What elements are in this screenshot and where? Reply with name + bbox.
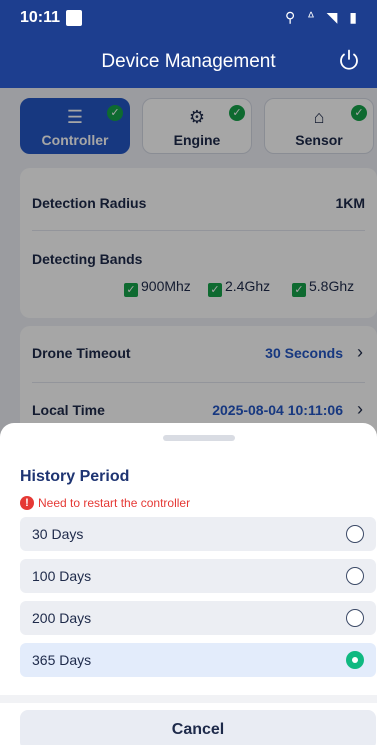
status-bar: 10:11 ⚲ ᐞ ◥ ▮: [0, 0, 377, 36]
radio-icon[interactable]: [346, 609, 364, 627]
cancel-button[interactable]: Cancel: [20, 710, 376, 745]
option-365-days[interactable]: 365 Days: [20, 643, 376, 677]
status-time: 10:11: [20, 9, 61, 26]
alert-icon: !: [20, 496, 34, 510]
power-icon[interactable]: [337, 48, 361, 72]
drag-handle[interactable]: [163, 435, 235, 441]
app-header: Device Management: [0, 36, 377, 88]
radio-icon[interactable]: [346, 525, 364, 543]
history-period-sheet: History Period ! Need to restart the con…: [0, 423, 377, 745]
option-label: 365 Days: [32, 652, 92, 668]
sheet-title: History Period: [20, 468, 130, 485]
notification-icon: [66, 10, 82, 26]
status-icons: ⚲ ᐞ ◥ ▮: [285, 9, 361, 25]
option-label: 30 Days: [32, 526, 84, 542]
radio-icon[interactable]: [346, 567, 364, 585]
warning-text: Need to restart the controller: [38, 496, 191, 510]
radio-selected-icon[interactable]: [346, 651, 364, 669]
option-100-days[interactable]: 100 Days: [20, 559, 376, 593]
option-label: 200 Days: [32, 610, 92, 626]
option-label: 100 Days: [32, 568, 92, 584]
divider: [0, 695, 377, 703]
option-30-days[interactable]: 30 Days: [20, 517, 376, 551]
page-title: Device Management: [101, 51, 276, 72]
option-200-days[interactable]: 200 Days: [20, 601, 376, 635]
